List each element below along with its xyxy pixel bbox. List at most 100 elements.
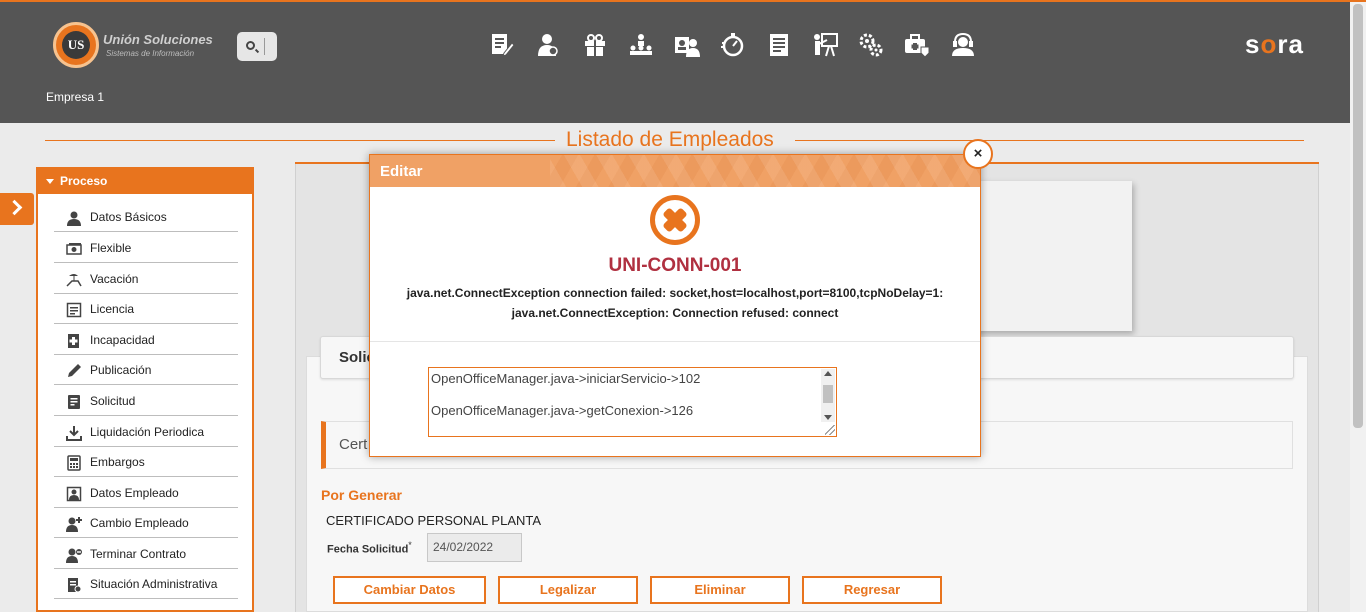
sidebar-item-terminar-contrato[interactable]: Terminar Contrato	[54, 539, 238, 569]
sidebar-toggle-button[interactable]	[0, 193, 34, 225]
download-icon	[66, 425, 82, 441]
certificate-title: Cert	[339, 436, 368, 453]
sidebar-item-label: Terminar Contrato	[90, 547, 187, 561]
cambiar-datos-button[interactable]: Cambiar Datos	[333, 576, 486, 604]
title-divider-left	[45, 140, 555, 141]
request-icon	[66, 394, 82, 410]
sidebar-item-label: Flexible	[90, 241, 132, 255]
gift-icon[interactable]	[581, 31, 609, 59]
sidebar-item-solicitud[interactable]: Solicitud	[54, 386, 238, 416]
eliminar-button[interactable]: Eliminar	[650, 576, 790, 604]
company-logo[interactable]: US Unión Soluciones Sistemas de Informac…	[53, 22, 223, 70]
caret-down-icon	[46, 179, 54, 185]
hierarchy-icon[interactable]	[627, 31, 655, 59]
sidebar-item-datos-empleado[interactable]: Datos Empleado	[54, 478, 238, 508]
money-icon	[66, 241, 82, 257]
fecha-solicitud-label: Fecha Solicitud*	[327, 540, 412, 556]
page-title: Listado de Empleados	[560, 128, 780, 152]
required-marker: *	[408, 540, 412, 550]
sidebar-section-label: Proceso	[60, 174, 108, 188]
user-icon	[66, 210, 82, 226]
sidebar-item-liquidacion-periodica[interactable]: Liquidación Periodica	[54, 417, 238, 447]
pen-icon	[66, 363, 82, 379]
sidebar-section-header[interactable]: Proceso	[36, 167, 254, 194]
gears-icon[interactable]	[857, 31, 885, 59]
stopwatch-icon[interactable]	[719, 31, 747, 59]
fecha-solicitud-field[interactable]: 24/02/2022	[427, 533, 522, 562]
sidebar-item-incapacidad[interactable]: Incapacidad	[54, 325, 238, 355]
sidebar-item-datos-basicos[interactable]: Datos Básicos	[54, 202, 238, 232]
close-icon: ×	[973, 145, 983, 162]
sidebar-item-label: Embargos	[90, 455, 145, 469]
license-icon	[66, 302, 82, 318]
background-card	[960, 181, 1132, 331]
medical-doc-icon	[66, 333, 82, 349]
title-divider-right	[795, 140, 1304, 141]
textarea-scrollbar-thumb[interactable]	[823, 385, 833, 403]
edit-dialog: Editar UNI-CONN-001 java.net.ConnectExce…	[369, 154, 981, 457]
legalizar-button[interactable]: Legalizar	[498, 576, 638, 604]
sidebar-item-label: Vacación	[90, 272, 139, 286]
resize-grip-icon[interactable]	[825, 425, 835, 435]
dialog-title: Editar	[380, 163, 423, 180]
fecha-label-text: Fecha Solicitud	[327, 543, 409, 556]
sidebar-item-embargos[interactable]: Embargos	[54, 447, 238, 477]
sidebar-item-publicacion[interactable]: Publicación	[54, 355, 238, 385]
logo-mark-text: US	[62, 31, 90, 59]
company-name: Empresa 1	[46, 90, 105, 104]
page-scrollbar[interactable]	[1350, 2, 1366, 612]
report-icon[interactable]	[765, 31, 793, 59]
error-code: UNI-CONN-001	[608, 255, 742, 276]
certificate-name: CERTIFICADO PERSONAL PLANTA	[326, 513, 542, 528]
dialog-separator	[370, 341, 980, 342]
logo-subtitle: Sistemas de Información	[106, 49, 195, 58]
employee-icon[interactable]	[534, 31, 562, 59]
sidebar-item-licencia[interactable]: Licencia	[54, 294, 238, 324]
sidebar-item-cambio-empleado[interactable]: Cambio Empleado	[54, 508, 238, 538]
beach-chair-icon	[66, 272, 82, 288]
search-separator	[264, 38, 265, 55]
sidebar-item-label: Datos Empleado	[90, 486, 179, 500]
regresar-button[interactable]: Regresar	[802, 576, 942, 604]
scroll-up-icon[interactable]	[824, 371, 832, 376]
sidebar-item-situacion-administrativa[interactable]: Situación Administrativa	[54, 569, 238, 599]
scroll-down-icon[interactable]	[824, 415, 832, 420]
header-pattern	[550, 155, 980, 187]
presentation-icon[interactable]	[811, 31, 839, 59]
sidebar-item-label: Incapacidad	[90, 333, 155, 347]
error-icon	[650, 195, 700, 245]
dialog-header[interactable]: Editar	[370, 155, 980, 187]
error-message-line: java.net.ConnectException connection fai…	[406, 286, 944, 300]
chevron-right-icon	[6, 199, 23, 216]
search-icon	[246, 41, 255, 50]
sidebar-item-label: Liquidación Periodica	[90, 425, 205, 439]
section-title: Por Generar	[321, 487, 402, 503]
id-badge-icon	[66, 486, 82, 502]
sidebar-item-label: Publicación	[90, 363, 152, 377]
id-card-icon[interactable]	[673, 31, 701, 59]
search-button[interactable]	[237, 32, 277, 61]
sidebar-item-label: Situación Administrativa	[90, 577, 218, 591]
document-edit-icon[interactable]	[488, 31, 516, 59]
admin-doc-icon	[66, 577, 82, 593]
medical-briefcase-icon[interactable]	[903, 31, 931, 59]
textarea-scrollbar[interactable]	[821, 369, 835, 422]
user-remove-icon	[66, 547, 82, 563]
process-sidebar: Proceso Datos Básicos Flexible Vacación …	[36, 167, 254, 612]
calculator-icon	[66, 455, 82, 471]
sidebar-item-flexible[interactable]: Flexible	[54, 233, 238, 263]
sidebar-item-label: Solicitud	[90, 394, 136, 408]
user-change-icon	[66, 516, 82, 532]
logo-title: Unión Soluciones	[103, 32, 213, 47]
stack-trace-textarea[interactable]: OpenOfficeManager.java->iniciarServicio-…	[428, 367, 837, 437]
sidebar-item-vacacion[interactable]: Vacación	[54, 264, 238, 294]
support-agent-icon[interactable]	[949, 31, 977, 59]
sidebar-item-label: Licencia	[90, 302, 135, 316]
logo-mark: US	[53, 22, 99, 68]
sidebar-item-label: Datos Básicos	[90, 210, 167, 224]
sidebar-item-label: Cambio Empleado	[90, 516, 189, 530]
page-scrollbar-thumb[interactable]	[1353, 4, 1363, 428]
app-header: US Unión Soluciones Sistemas de Informac…	[0, 2, 1350, 123]
close-dialog-button[interactable]: ×	[963, 139, 993, 169]
error-message-line: java.net.ConnectException: Connection re…	[511, 306, 839, 320]
